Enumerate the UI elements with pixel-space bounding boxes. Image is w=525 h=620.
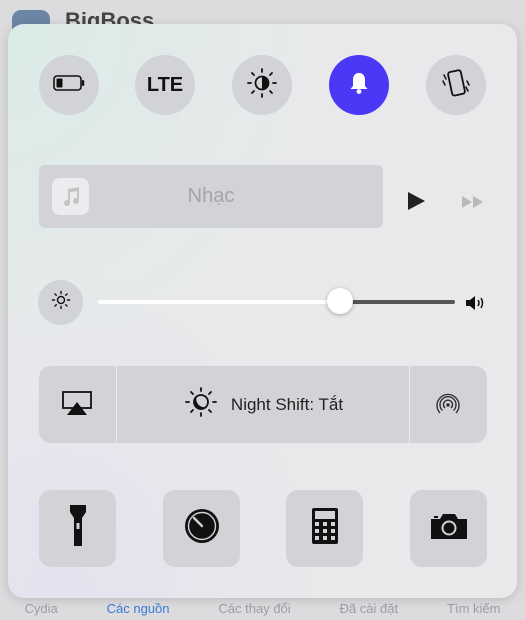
tab-cydia[interactable]: Cydia [24, 598, 57, 616]
flashlight-icon [69, 504, 87, 553]
fast-forward-button[interactable] [461, 195, 485, 214]
auto-brightness-toggle[interactable] [232, 55, 292, 115]
battery-toggle[interactable] [39, 55, 99, 115]
lte-toggle[interactable]: LTE [135, 55, 195, 115]
vibrate-toggle[interactable] [426, 55, 486, 115]
airplay-icon [61, 391, 93, 420]
camera-button[interactable] [410, 490, 487, 567]
tab-sources[interactable]: Các nguồn [107, 598, 170, 616]
brightness-slider[interactable] [97, 288, 455, 314]
night-shift-button[interactable]: Night Shift: Tắt [117, 366, 409, 443]
play-button[interactable] [405, 190, 427, 217]
volume-icon [464, 293, 488, 318]
control-center: LTE Nhạc Night Shift: Tắt [8, 24, 517, 598]
night-shift-label: Night Shift: Tắt [230, 394, 344, 414]
tab-search[interactable]: Tìm kiếm [447, 598, 500, 616]
calculator-button[interactable] [286, 490, 363, 567]
divider [409, 366, 410, 443]
flashlight-button[interactable] [39, 490, 116, 567]
airdrop-icon [432, 393, 464, 425]
brightness-slider-fill [97, 300, 341, 304]
airplay-button[interactable] [61, 390, 93, 421]
phone-vibrate-icon [439, 66, 473, 105]
night-shift-icon [183, 386, 219, 423]
ringer-toggle[interactable] [329, 55, 389, 115]
tab-bar: Cydia Các nguồn Các thay đổi Đã cài đặt … [0, 598, 525, 620]
brightness-auto-icon [245, 66, 279, 105]
lte-icon: LTE [146, 73, 184, 96]
bell-icon [346, 70, 372, 101]
fast-forward-icon [461, 196, 485, 213]
tab-changes[interactable]: Các thay đổi [218, 598, 290, 616]
camera-icon [429, 511, 469, 546]
airdrop-button[interactable] [432, 389, 464, 426]
night-shift-row: Night Shift: Tắt [39, 366, 487, 443]
timer-button[interactable] [163, 490, 240, 567]
music-title: Nhạc [187, 185, 235, 207]
tab-installed[interactable]: Đã cài đặt [340, 598, 399, 616]
music-player[interactable]: Nhạc [39, 165, 383, 228]
calculator-icon [311, 507, 339, 550]
brightness-slider-thumb[interactable] [327, 288, 354, 314]
sun-small-icon [50, 289, 72, 316]
brightness-button [38, 280, 83, 325]
play-icon [405, 192, 427, 216]
timer-icon [182, 506, 222, 551]
battery-icon [53, 74, 85, 96]
